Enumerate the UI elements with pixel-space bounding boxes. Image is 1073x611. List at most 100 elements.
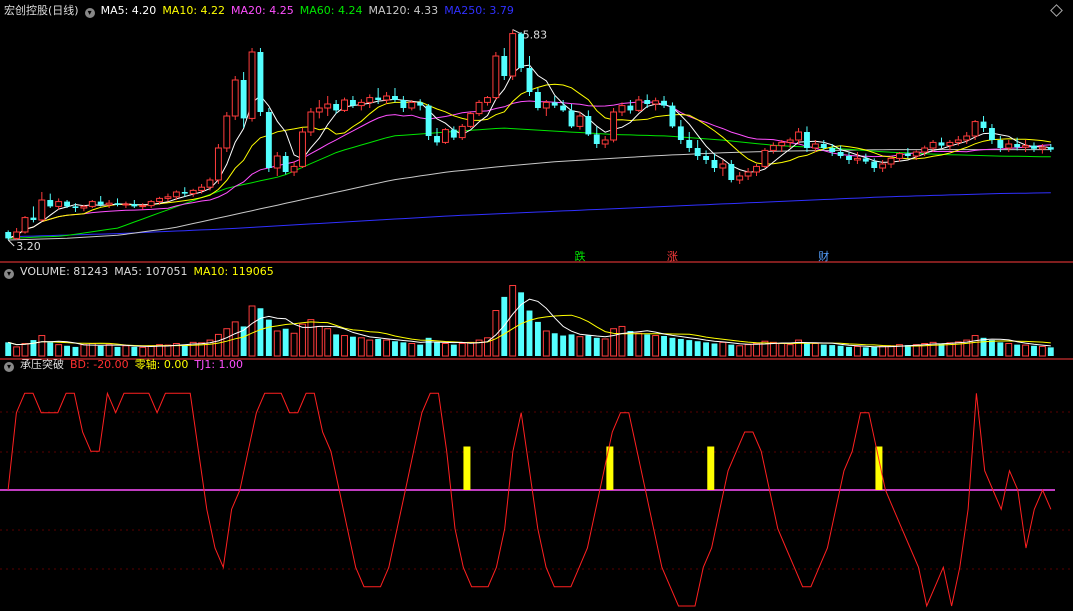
volume-bar [1031, 345, 1037, 356]
indicator-legend-item-0: 承压突破 [20, 358, 64, 371]
volume-legend-item-0: VOLUME: 81243 [20, 265, 109, 278]
candle [862, 153, 869, 164]
volume-bar [366, 339, 374, 357]
volume-bar [315, 325, 323, 357]
volume-bar [357, 337, 365, 357]
chart-canvas[interactable]: 5.83 3.20 跌 涨 财 [0, 0, 1073, 611]
volume-bar [585, 335, 592, 356]
volume-bar [644, 334, 651, 356]
candle-body [13, 231, 21, 239]
volume-bar [719, 341, 727, 357]
volume-bar [971, 335, 979, 357]
volume-bar [576, 336, 584, 357]
volume-bar [38, 335, 46, 357]
candle [257, 48, 264, 116]
candle-body [265, 112, 272, 168]
high-pointer [512, 29, 521, 35]
volume-bar [862, 347, 869, 356]
candle-body [1005, 143, 1013, 149]
volume-bar [887, 345, 895, 357]
indicator-legend-item-3: TJ1: 1.00 [194, 358, 244, 371]
candle [341, 97, 348, 112]
candle [434, 128, 440, 146]
indicator-chart[interactable] [0, 391, 1055, 608]
volume-bar [13, 346, 21, 357]
candle [38, 192, 46, 222]
volume-bar [904, 345, 911, 356]
candle-body [853, 157, 861, 161]
candle-body [846, 156, 852, 160]
volume-bar [703, 342, 710, 356]
candle-body [560, 105, 567, 111]
candle-body [248, 51, 256, 119]
candle-body [72, 206, 79, 208]
candle-body [526, 68, 533, 92]
ma20-line [8, 100, 1051, 239]
candle [282, 152, 289, 175]
volume-bar [105, 344, 113, 357]
event-marker-0: 跌 [574, 249, 585, 263]
candle [214, 144, 222, 184]
volume-bar [677, 338, 684, 356]
volume-bar [786, 344, 794, 357]
candle-body [618, 105, 626, 113]
candle [669, 102, 676, 128]
candle [1031, 142, 1037, 152]
candle [736, 172, 744, 184]
indicator-legend-item-2: 零轴: 0.00 [134, 358, 189, 371]
volume-bar [214, 333, 222, 357]
volume-bar [467, 341, 475, 357]
candle [971, 120, 979, 140]
volume-bar [80, 344, 88, 357]
candle-body [509, 33, 517, 77]
candle [273, 152, 281, 176]
candle [189, 188, 197, 197]
candle-body [290, 165, 298, 173]
candle-body [938, 142, 945, 146]
candle [231, 76, 239, 120]
volume-bar [1014, 344, 1021, 356]
event-marker-2: 财 [818, 249, 829, 263]
candle [887, 156, 895, 168]
candle [47, 193, 54, 208]
price-chart[interactable]: 5.83 3.20 跌 涨 财 [5, 29, 1054, 263]
candle-body [425, 105, 432, 136]
volume-bar [669, 337, 676, 356]
volume-bar [753, 342, 760, 357]
volume-bar [534, 321, 541, 356]
candle [938, 137, 945, 148]
indicator-legend: 承压突破 BD: -20.00 零轴: 0.00 TJ1: 1.00 [20, 358, 249, 371]
candle [526, 56, 533, 96]
candle-body [1038, 146, 1046, 150]
volume-bar [811, 342, 819, 357]
volume-bar [223, 328, 231, 357]
volume-bar [383, 339, 391, 357]
candle-body [349, 100, 356, 106]
candle-body [703, 156, 710, 160]
volume-bar [333, 334, 340, 356]
volume-bar [1005, 342, 1013, 357]
candle-body [131, 204, 138, 207]
candle [804, 126, 810, 152]
collapse-icon[interactable]: ▾ [4, 362, 14, 372]
collapse-icon[interactable]: ▾ [84, 8, 95, 18]
candle-body [811, 143, 819, 149]
candle-body [820, 144, 827, 148]
volume-bar [47, 342, 54, 356]
volume-bar [501, 296, 508, 356]
volume-bar [593, 337, 600, 356]
volume-bar [1038, 345, 1046, 357]
volume-bar [744, 344, 752, 357]
candle-body [669, 105, 676, 127]
candle-body [912, 151, 920, 157]
candle-body [97, 201, 104, 205]
candle [122, 201, 130, 208]
candle [484, 96, 491, 106]
volume-bar [5, 342, 12, 356]
collapse-icon[interactable]: ▾ [4, 269, 14, 279]
candle-body [988, 128, 995, 140]
candle-body [778, 141, 786, 147]
volume-chart[interactable] [5, 285, 1054, 357]
volume-bar [97, 345, 104, 356]
volume-bar [509, 285, 517, 357]
